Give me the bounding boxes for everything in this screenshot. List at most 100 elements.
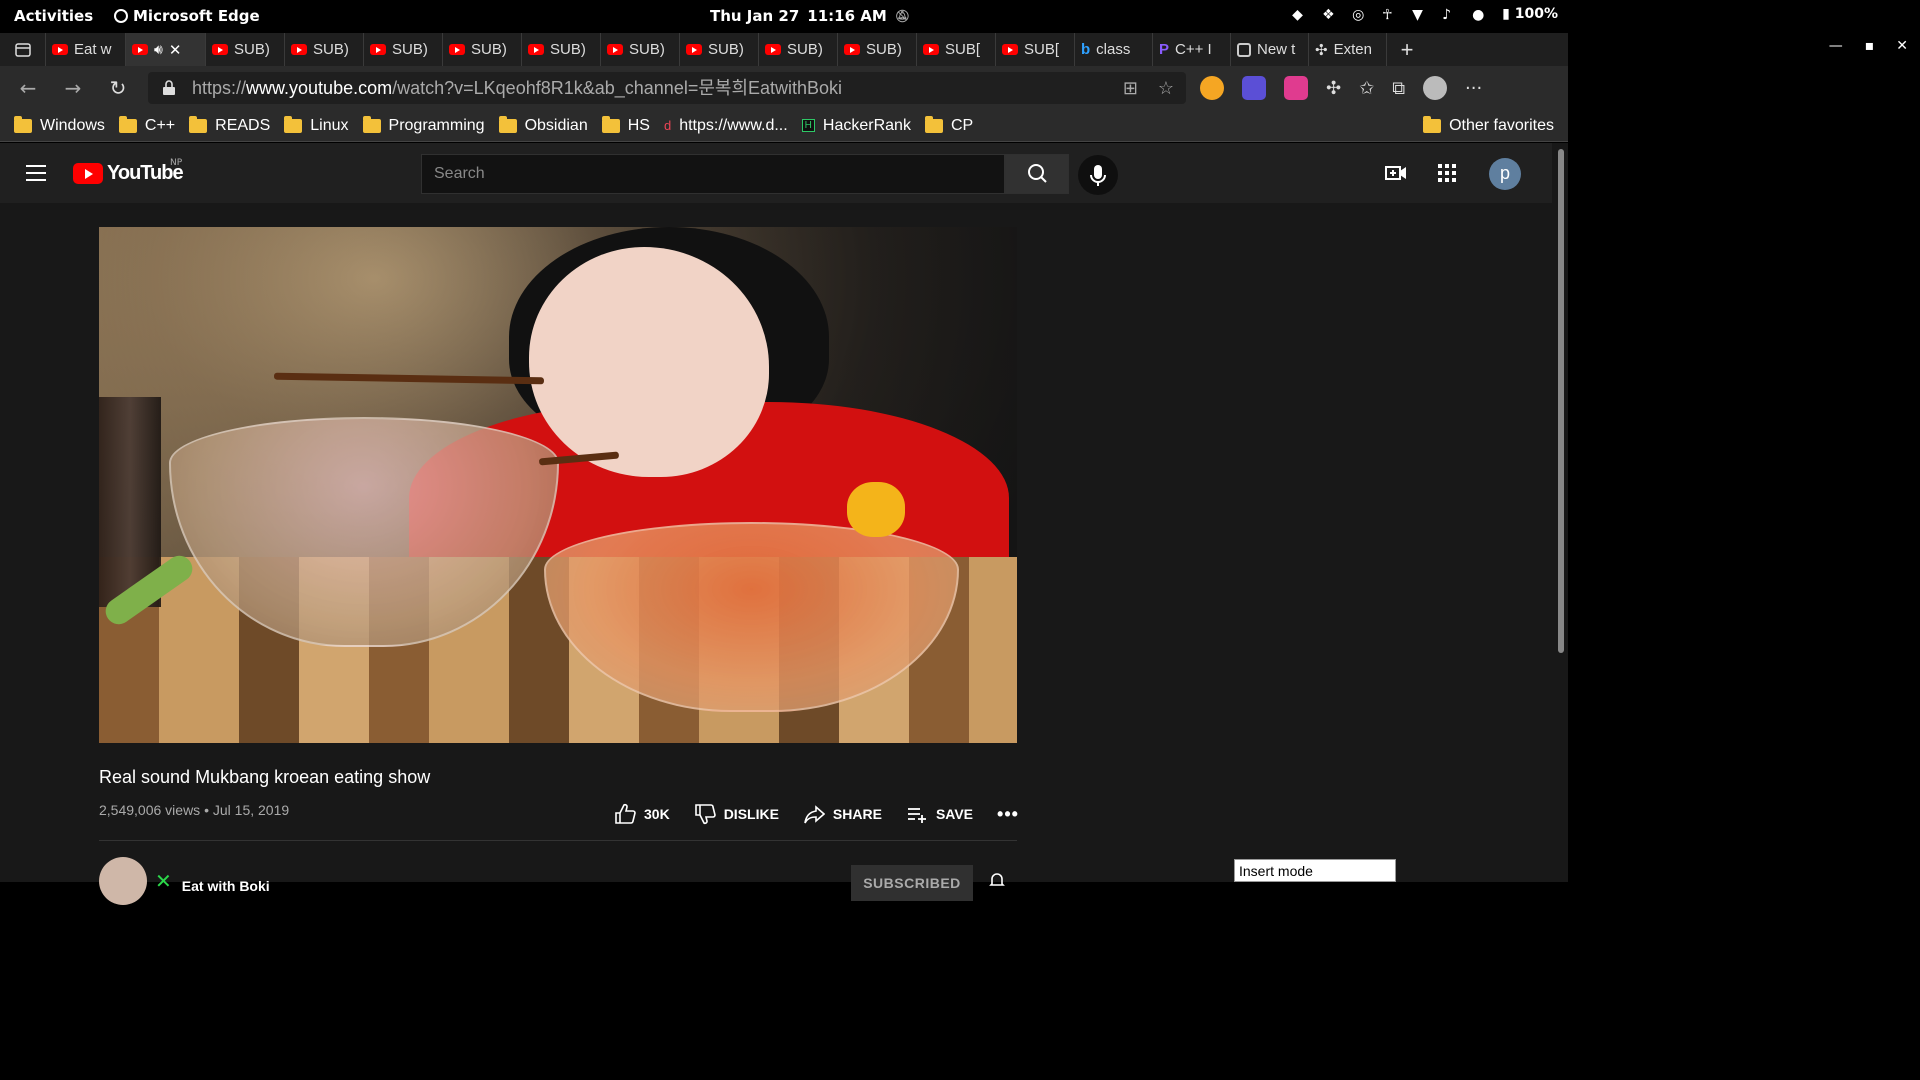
tab-actions-icon xyxy=(14,42,31,57)
clock[interactable]: Thu Jan 27 11:16 AM 🔕︎ xyxy=(710,7,910,25)
address-bar[interactable]: https://www.youtube.com/watch?v=LKqeohf8… xyxy=(148,72,1186,104)
folder-icon xyxy=(601,115,620,133)
youtube-icon xyxy=(686,44,702,55)
bookmark-label: C++ xyxy=(144,116,176,134)
user-avatar[interactable]: p xyxy=(1489,158,1521,190)
app-available-icon[interactable]: ⊞ xyxy=(1123,72,1138,104)
system-tray[interactable]: ◆ ❖ ◎ ☥ ▼ ♪ ● ▮ 100% xyxy=(1292,6,1558,23)
tab-15[interactable]: New t xyxy=(1231,33,1309,66)
save-button[interactable]: SAVE xyxy=(906,803,973,825)
bookmark-label: Linux xyxy=(310,116,349,134)
bookmark-linux[interactable]: Linux xyxy=(284,115,349,135)
maximize-button[interactable]: ▪ xyxy=(1865,38,1875,54)
page-scrollbar[interactable] xyxy=(1558,149,1564,653)
sync-icon: ◎ xyxy=(1352,7,1365,23)
subscribed-button[interactable]: SUBSCRIBED xyxy=(851,865,973,901)
tab-11[interactable]: SUB[ xyxy=(917,33,996,66)
lock-icon[interactable] xyxy=(162,80,176,96)
mic-off-icon: ● xyxy=(1472,7,1485,23)
page-icon xyxy=(1237,42,1251,57)
menu-icon[interactable] xyxy=(26,165,46,181)
activities-button[interactable]: Activities xyxy=(14,7,93,25)
tab-16[interactable]: ✣ Exten xyxy=(1309,33,1387,66)
tab-4[interactable]: SUB) xyxy=(364,33,443,66)
tab-9[interactable]: SUB) xyxy=(759,33,838,66)
favorite-star-icon[interactable]: ☆ xyxy=(1158,72,1174,104)
channel-avatar[interactable] xyxy=(99,857,147,905)
close-tab-icon[interactable]: ✕ xyxy=(169,41,182,59)
apps-grid-icon[interactable] xyxy=(1436,162,1458,184)
app-menu[interactable]: Microsoft Edge xyxy=(114,7,260,25)
bookmark-obsidian[interactable]: Obsidian xyxy=(498,115,588,135)
bookmark-link-d[interactable]: d https://www.d... xyxy=(664,117,788,135)
tab-13[interactable]: b class xyxy=(1075,33,1153,66)
youtube-page: YouTube NP Search p Real sound Mukbang k… xyxy=(0,143,1568,905)
minimize-button[interactable]: — xyxy=(1829,38,1843,54)
profile-icon[interactable] xyxy=(1423,76,1448,100)
tab-7[interactable]: SUB) xyxy=(601,33,680,66)
app-name: Microsoft Edge xyxy=(133,7,260,25)
tab-2[interactable]: SUB) xyxy=(206,33,285,66)
tab-3[interactable]: SUB) xyxy=(285,33,364,66)
tab-0[interactable]: Eat w xyxy=(46,33,126,66)
bookmark-hs[interactable]: HS xyxy=(601,115,650,135)
bookmark-label: Windows xyxy=(40,116,105,134)
more-menu-icon[interactable]: ··· xyxy=(1465,78,1482,99)
video-frame-pickle xyxy=(847,482,905,537)
tab-actions-button[interactable] xyxy=(0,33,46,66)
like-button[interactable]: 30K xyxy=(614,803,670,825)
share-button[interactable]: SHARE xyxy=(803,803,882,825)
tab-active[interactable]: 🔊︎ ✕ xyxy=(126,33,206,66)
tab-14[interactable]: P C++ I xyxy=(1153,33,1231,66)
dislike-button[interactable]: DISLIKE xyxy=(694,803,779,825)
video-player[interactable] xyxy=(99,227,1017,743)
url-path: /watch?v=LKqeohf8R1k&ab_channel=문복희Eatwi… xyxy=(392,78,843,98)
bell-off-icon: 🔕︎ xyxy=(894,9,911,23)
divider xyxy=(99,840,1017,841)
bookmark-cp[interactable]: CP xyxy=(924,115,973,135)
youtube-icon xyxy=(1002,44,1018,55)
collections-icon[interactable]: ⧉ xyxy=(1392,78,1405,99)
bell-icon[interactable] xyxy=(988,871,1006,889)
plus-icon: + xyxy=(1400,36,1414,62)
search-input[interactable]: Search xyxy=(421,154,1005,194)
bookmarks-bar: Windows C++ READS Linux Programming Obsi… xyxy=(0,110,1568,142)
tab-label: SUB) xyxy=(787,41,823,58)
close-button[interactable]: ✕ xyxy=(1896,38,1908,54)
forward-button[interactable]: → xyxy=(61,76,85,100)
extension-download-icon[interactable] xyxy=(1284,76,1308,100)
tab-10[interactable]: SUB) xyxy=(838,33,917,66)
extensions-puzzle-icon[interactable]: ✣ xyxy=(1326,78,1341,99)
extension-t-icon[interactable] xyxy=(1242,76,1266,100)
channel-name[interactable]: Eat with Boki xyxy=(182,878,270,894)
bookmark-other-favorites[interactable]: Other favorites xyxy=(1423,115,1554,135)
favorites-icon[interactable]: ✩ xyxy=(1359,78,1374,99)
bookmark-hackerrank[interactable]: H HackerRank xyxy=(801,117,911,135)
create-video-icon[interactable] xyxy=(1384,161,1408,185)
youtube-icon xyxy=(212,44,228,55)
bookmark-windows[interactable]: Windows xyxy=(14,115,105,135)
bookmark-cpp[interactable]: C++ xyxy=(118,115,176,135)
voice-search-button[interactable] xyxy=(1078,155,1118,195)
back-button[interactable]: ← xyxy=(16,76,40,100)
pen-icon: P xyxy=(1159,41,1170,58)
youtube-logo[interactable]: YouTube NP xyxy=(73,158,184,185)
tab-5[interactable]: SUB) xyxy=(443,33,522,66)
accessibility-icon: ☥ xyxy=(1382,7,1393,23)
folder-icon xyxy=(189,115,208,133)
speaker-icon[interactable]: 🔊︎ xyxy=(154,41,163,58)
new-tab-button[interactable]: + xyxy=(1387,33,1427,66)
tab-6[interactable]: SUB) xyxy=(522,33,601,66)
battery-percent: 100% xyxy=(1514,6,1558,22)
search-button[interactable] xyxy=(1005,154,1069,194)
refresh-button[interactable]: ↻ xyxy=(106,76,130,100)
share-label: SHARE xyxy=(832,806,882,822)
tab-12[interactable]: SUB[ xyxy=(996,33,1075,66)
bookmark-reads[interactable]: READS xyxy=(189,115,270,135)
youtube-icon xyxy=(52,44,68,55)
extension-k-icon[interactable] xyxy=(1200,76,1224,100)
more-actions-button[interactable]: ••• xyxy=(997,804,1019,825)
bookmark-programming[interactable]: Programming xyxy=(362,115,485,135)
microphone-icon xyxy=(1090,165,1106,186)
tab-8[interactable]: SUB) xyxy=(680,33,759,66)
